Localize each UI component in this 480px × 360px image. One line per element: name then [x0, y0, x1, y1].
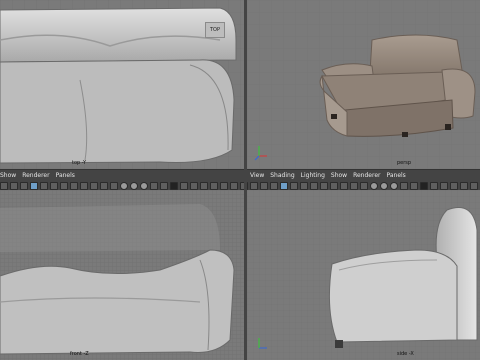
menu-view[interactable]: View: [250, 172, 264, 181]
grid-icon[interactable]: [40, 182, 48, 190]
shadows-icon[interactable]: [160, 182, 168, 190]
menu-show-right[interactable]: Show: [331, 172, 347, 181]
lights-icon[interactable]: [400, 182, 408, 190]
safe-action-icon[interactable]: [340, 182, 348, 190]
viewport-top-canvas[interactable]: TOP top -Y: [0, 0, 244, 169]
camera-icon[interactable]: [0, 182, 8, 190]
resolution-gate-icon[interactable]: [310, 182, 318, 190]
left-panel-iconbar: [0, 182, 248, 190]
gate-mask-icon[interactable]: [320, 182, 328, 190]
camera-label-side: side -X: [397, 351, 414, 357]
viewport-front-scene: [0, 190, 244, 360]
image-plane-icon[interactable]: [280, 182, 288, 190]
image-plane-icon[interactable]: [30, 182, 38, 190]
right-panel-iconbar: [250, 182, 480, 190]
camera-attr-icon[interactable]: [260, 182, 268, 190]
menu-lighting[interactable]: Lighting: [301, 172, 325, 181]
panel-toolbars: Show Renderer Panels View Shading Lighti…: [0, 169, 480, 191]
xray-joints-icon[interactable]: [440, 182, 448, 190]
camera-label-persp: persp: [397, 160, 412, 166]
viewport-persp-canvas[interactable]: persp: [247, 0, 480, 169]
camera-attr-icon[interactable]: [10, 182, 18, 190]
ambient-occlusion-icon[interactable]: [210, 182, 218, 190]
left-panel-menubar: Show Renderer Panels: [0, 172, 75, 181]
film-gate-icon[interactable]: [50, 182, 58, 190]
anti-aliasing-icon[interactable]: [220, 182, 228, 190]
textured-icon[interactable]: [390, 182, 398, 190]
right-panel-menubar: View Shading Lighting Show Renderer Pane…: [250, 172, 406, 181]
depth-of-field-icon[interactable]: [230, 182, 238, 190]
menu-renderer-right[interactable]: Renderer: [353, 172, 380, 181]
camera-label-front: front -Z: [70, 351, 89, 357]
shadows-icon[interactable]: [410, 182, 418, 190]
camera-icon[interactable]: [250, 182, 258, 190]
gate-mask-icon[interactable]: [70, 182, 78, 190]
field-chart-icon[interactable]: [330, 182, 338, 190]
viewport-side[interactable]: side -X: [247, 190, 480, 360]
view-cube-top[interactable]: TOP: [205, 22, 225, 38]
viewport-divider[interactable]: [244, 0, 247, 360]
camera-label-top: top -Y: [72, 160, 87, 166]
sofa-front-back: [0, 204, 220, 252]
resolution-gate-icon[interactable]: [60, 182, 68, 190]
safe-title-icon[interactable]: [100, 182, 108, 190]
ambient-occlusion-icon[interactable]: [460, 182, 468, 190]
smooth-shade-icon[interactable]: [120, 182, 128, 190]
backface-culling-icon[interactable]: [450, 182, 458, 190]
viewport-side-canvas[interactable]: side -X: [247, 190, 480, 360]
film-gate-icon[interactable]: [300, 182, 308, 190]
bookmark-icon[interactable]: [270, 182, 278, 190]
isolate-select-icon[interactable]: [420, 182, 428, 190]
xray-joints-icon[interactable]: [190, 182, 198, 190]
default-material-icon[interactable]: [380, 182, 388, 190]
lights-icon[interactable]: [150, 182, 158, 190]
menu-panels-right[interactable]: Panels: [386, 172, 405, 181]
wireframe-icon[interactable]: [360, 182, 368, 190]
sofa-side-arm: [328, 249, 458, 343]
backface-culling-icon[interactable]: [200, 182, 208, 190]
textured-icon[interactable]: [140, 182, 148, 190]
viewport-front[interactable]: front -Z: [0, 190, 244, 360]
anti-aliasing-icon[interactable]: [470, 182, 478, 190]
viewport-persp-scene: [247, 0, 480, 169]
smooth-shade-icon[interactable]: [370, 182, 378, 190]
viewport-front-canvas[interactable]: front -Z: [0, 190, 244, 360]
menu-shading[interactable]: Shading: [270, 172, 294, 181]
xray-icon[interactable]: [430, 182, 438, 190]
viewport-persp[interactable]: persp: [247, 0, 480, 169]
safe-action-icon[interactable]: [90, 182, 98, 190]
grid-icon[interactable]: [290, 182, 298, 190]
xray-icon[interactable]: [180, 182, 188, 190]
menu-show[interactable]: Show: [0, 172, 16, 181]
sofa-top-seat: [0, 59, 235, 164]
viewport-top[interactable]: TOP top -Y: [0, 0, 244, 169]
menu-renderer[interactable]: Renderer: [22, 172, 49, 181]
wireframe-icon[interactable]: [110, 182, 118, 190]
safe-title-icon[interactable]: [350, 182, 358, 190]
field-chart-icon[interactable]: [80, 182, 88, 190]
default-material-icon[interactable]: [130, 182, 138, 190]
menu-panels[interactable]: Panels: [56, 172, 75, 181]
isolate-select-icon[interactable]: [170, 182, 178, 190]
viewport-side-scene: [247, 190, 480, 360]
bookmark-icon[interactable]: [20, 182, 28, 190]
